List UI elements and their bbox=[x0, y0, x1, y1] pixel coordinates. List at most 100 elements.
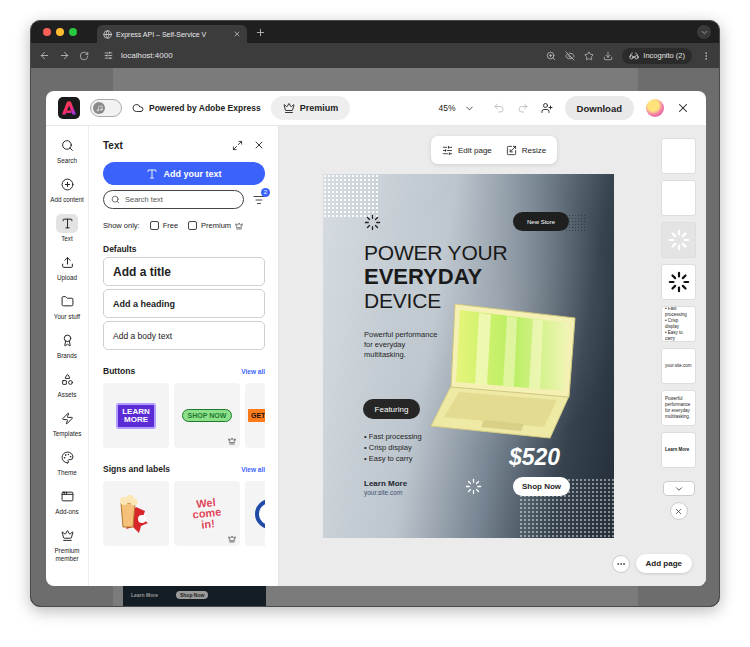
header-actions: 45% Download bbox=[439, 96, 690, 120]
toolbar-button[interactable]: Resize bbox=[506, 145, 546, 156]
add-icon bbox=[61, 178, 74, 191]
redo-icon bbox=[517, 102, 529, 114]
text-icon bbox=[61, 217, 74, 230]
folder-icon bbox=[61, 295, 74, 308]
url-field[interactable]: localhost:4000 bbox=[98, 47, 537, 65]
chevron-down-icon bbox=[464, 103, 475, 114]
tab-title: Express API – Self-Service V bbox=[116, 31, 229, 38]
rail-item[interactable]: Assets bbox=[46, 370, 89, 409]
page-thumbnail[interactable]: Learn More bbox=[661, 432, 696, 468]
minimize-dot[interactable] bbox=[56, 28, 64, 36]
asset-thumbnail[interactable] bbox=[103, 481, 169, 546]
rail-item[interactable]: Premium member bbox=[46, 526, 89, 565]
back-icon bbox=[39, 50, 50, 61]
rail-item[interactable]: Upload bbox=[46, 253, 89, 292]
toggle-switch[interactable] bbox=[90, 99, 122, 117]
bookmark-star-icon bbox=[584, 51, 594, 61]
loading-spinner-icon bbox=[465, 478, 482, 495]
welcome-sticker: Wel come in! bbox=[183, 496, 230, 532]
powered-by: Powered by Adobe Express bbox=[132, 102, 261, 114]
filter-checkbox[interactable]: Free bbox=[150, 221, 178, 230]
tab-strip: Express API – Self-Service V bbox=[31, 21, 719, 43]
text-icon bbox=[146, 168, 158, 180]
new-store-badge[interactable]: New Store bbox=[513, 212, 569, 231]
view-all-link[interactable]: View all bbox=[241, 368, 265, 375]
page-thumbnail[interactable]: • Fast processing• Crisp display• Easy t… bbox=[661, 306, 696, 342]
default-text-option[interactable]: Add a title bbox=[103, 257, 265, 286]
search-input[interactable]: Search text bbox=[103, 190, 244, 209]
asset-thumbnail[interactable]: Wel come in! bbox=[174, 481, 240, 546]
loading-spinner-icon bbox=[364, 214, 381, 231]
rail-item[interactable]: Your stuff bbox=[46, 292, 89, 331]
new-tab-icon bbox=[255, 27, 266, 38]
zoom-dropdown[interactable]: 45% bbox=[439, 103, 475, 114]
crown-icon bbox=[283, 102, 295, 114]
filter-checkbox[interactable]: Premium bbox=[188, 221, 243, 230]
rail-item[interactable]: Text bbox=[46, 214, 89, 253]
toolbar-button[interactable]: Edit page bbox=[442, 145, 492, 156]
templates-icon bbox=[61, 412, 74, 425]
poster-page[interactable]: New Store POWER YOUREVERYDAYDEVICE Powerfu… bbox=[323, 174, 614, 538]
default-text-option[interactable]: Add a body text bbox=[103, 321, 265, 350]
popcorn-sticker-icon bbox=[115, 493, 157, 535]
close-thumbnails-button[interactable] bbox=[670, 502, 688, 520]
filter-button[interactable]: 2 bbox=[253, 194, 265, 206]
headline[interactable]: POWER YOUREVERYDAYDEVICE bbox=[364, 241, 507, 313]
profile-pill[interactable]: Incognito (2) bbox=[622, 48, 692, 64]
more-icon bbox=[616, 559, 626, 569]
page-thumbnail[interactable]: Powerful performance for everyday multit… bbox=[661, 390, 696, 426]
link-block[interactable]: Learn Moreyour.site.com bbox=[364, 479, 407, 496]
scroll-down-button[interactable] bbox=[663, 481, 695, 496]
download-button[interactable]: Download bbox=[565, 96, 634, 120]
featuring-pill[interactable]: Featuring bbox=[363, 399, 420, 419]
tagline[interactable]: Powerful performance for everyday multit… bbox=[364, 330, 438, 360]
asset-thumbnail[interactable] bbox=[245, 481, 265, 546]
add-page-button[interactable]: Add page bbox=[636, 554, 692, 573]
asset-thumbnail[interactable]: LEARN MORE bbox=[103, 383, 169, 448]
rail-item[interactable]: Search bbox=[46, 136, 89, 175]
zoom-dot[interactable] bbox=[69, 28, 77, 36]
premium-crown-icon bbox=[228, 535, 236, 543]
laptop-image[interactable] bbox=[429, 300, 579, 440]
rail-item[interactable]: Add content bbox=[46, 175, 89, 214]
cloud-icon bbox=[132, 102, 144, 114]
default-text-option[interactable]: Add a heading bbox=[103, 289, 265, 318]
feature-list[interactable]: • Fast processing• Crisp display• Easy t… bbox=[364, 431, 422, 464]
asset-thumbnail[interactable]: GET bbox=[245, 383, 265, 448]
browser-tab[interactable]: Express API – Self-Service V bbox=[97, 25, 247, 43]
editor-header: Powered by Adobe Express Premium 45% Downlo… bbox=[46, 91, 706, 126]
side-rail: SearchAdd contentTextUploadYour stuffBra… bbox=[46, 126, 89, 586]
page-thumbnail[interactable] bbox=[661, 264, 696, 300]
tab-search-button[interactable] bbox=[697, 25, 711, 39]
rail-item[interactable]: Brands bbox=[46, 331, 89, 370]
page-thumbnail[interactable] bbox=[661, 138, 696, 174]
zoom-icon bbox=[546, 51, 556, 61]
shapes-icon bbox=[61, 373, 74, 386]
price[interactable]: $520 bbox=[509, 444, 560, 471]
filter-count-badge: 2 bbox=[261, 188, 270, 197]
rail-item[interactable]: Theme bbox=[46, 448, 89, 487]
incognito-icon bbox=[629, 51, 639, 61]
logo[interactable] bbox=[58, 97, 80, 119]
canvas-toolbar: Edit page Resize bbox=[431, 136, 557, 164]
shop-now-button[interactable]: Shop Now bbox=[513, 477, 570, 496]
more-button[interactable] bbox=[612, 555, 630, 573]
avatar[interactable] bbox=[646, 99, 664, 117]
panel-header: Text bbox=[103, 136, 265, 154]
adobe-express-logo-icon bbox=[61, 100, 77, 116]
page-thumbnail[interactable]: your.site.com bbox=[661, 348, 696, 384]
add-text-button[interactable]: Add your text bbox=[103, 162, 265, 185]
close-icon bbox=[676, 101, 690, 115]
premium-button[interactable]: Premium bbox=[271, 96, 351, 120]
close-dot[interactable] bbox=[43, 28, 51, 36]
search-row: Search text 2 bbox=[103, 190, 265, 209]
page-thumbnail[interactable] bbox=[661, 222, 696, 258]
rail-item[interactable]: Templates bbox=[46, 409, 89, 448]
thumbnail-row: Wel come in! bbox=[103, 481, 265, 546]
loading-spinner-icon bbox=[668, 271, 690, 293]
asset-thumbnail[interactable]: SHOP NOW bbox=[174, 383, 240, 448]
view-all-link[interactable]: View all bbox=[241, 466, 265, 473]
page-thumbnail[interactable] bbox=[661, 180, 696, 216]
window-controls bbox=[43, 28, 77, 36]
rail-item[interactable]: Add-ons bbox=[46, 487, 89, 526]
